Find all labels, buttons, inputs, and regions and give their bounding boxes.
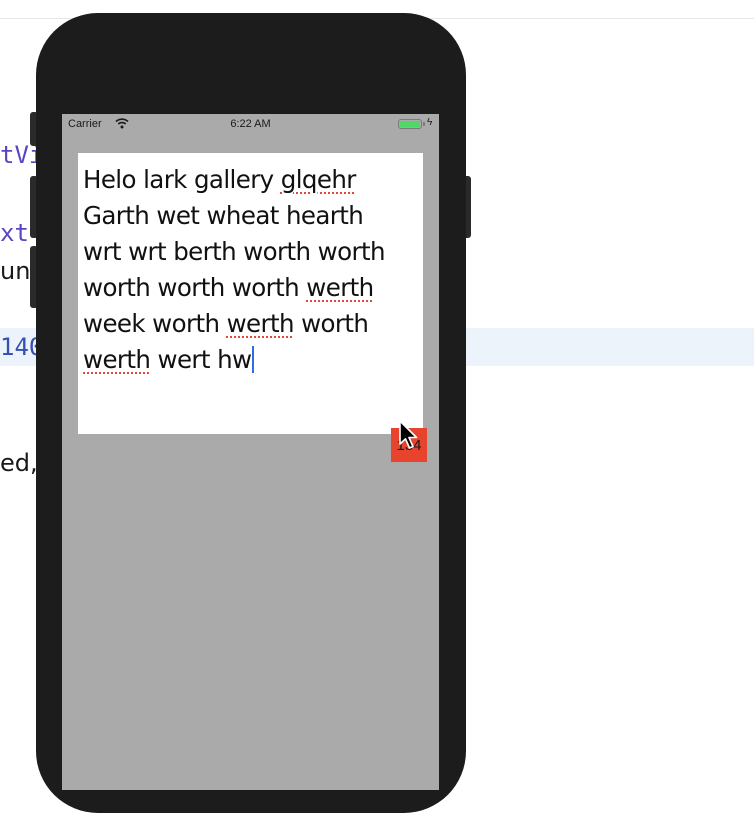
mouse-pointer-icon xyxy=(399,420,418,449)
text-segment: week worth xyxy=(83,309,227,338)
text-line: wrt wrt berth worth worth xyxy=(83,234,423,270)
status-bar: Carrier 6:22 AM ϟ xyxy=(62,114,439,136)
text-line: Helo lark gallery glqehr xyxy=(83,162,423,198)
status-time: 6:22 AM xyxy=(230,118,271,130)
text-line: worth worth worth werth xyxy=(83,270,423,306)
simulator-screen: Carrier 6:22 AM ϟ Helo lark gallery glqe… xyxy=(62,114,439,790)
text-segment: wert hw xyxy=(150,345,253,374)
text-segment: worth worth worth xyxy=(83,273,307,302)
battery-icon xyxy=(398,119,422,129)
text-segment: Garth wet wheat hearth xyxy=(83,201,364,230)
misspelled-word: werth xyxy=(83,345,151,374)
code-fragment: xt xyxy=(0,219,29,247)
text-segment: Helo lark gallery xyxy=(83,165,281,194)
charging-bolt-icon: ϟ xyxy=(427,117,433,128)
text-segment: wrt wrt berth worth worth xyxy=(83,237,385,266)
text-view[interactable]: Helo lark gallery glqehr Garth wet wheat … xyxy=(78,153,427,462)
misspelled-word: glqehr xyxy=(280,165,357,194)
misspelled-word: werth xyxy=(306,273,374,302)
text-line: week worth werth worth xyxy=(83,306,423,342)
text-caret xyxy=(252,346,255,373)
text-line: Garth wet wheat hearth xyxy=(83,198,423,234)
misspelled-word: werth xyxy=(226,309,295,338)
text-segment: worth xyxy=(293,309,369,338)
battery-tip xyxy=(423,122,425,126)
code-fragment: ed, xyxy=(0,449,38,477)
text-view-content[interactable]: Helo lark gallery glqehr Garth wet wheat … xyxy=(83,162,423,378)
text-line: werth wert hw xyxy=(83,342,423,378)
